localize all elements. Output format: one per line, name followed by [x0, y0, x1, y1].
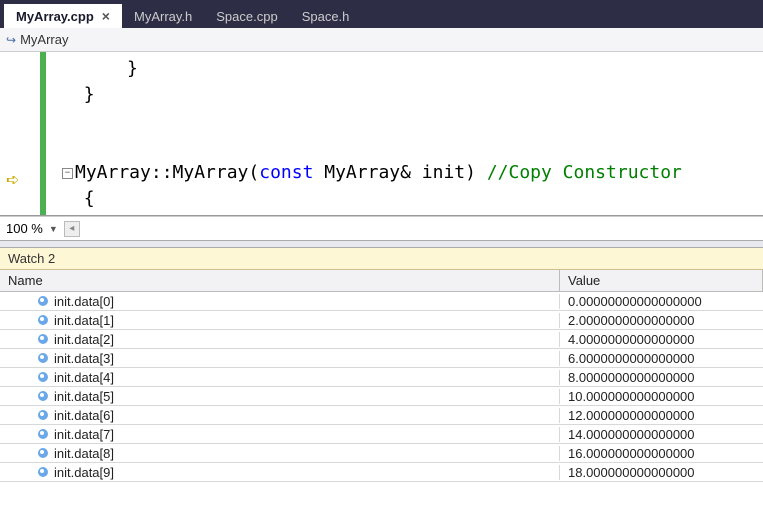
watch-row[interactable]: init.data[7] 14.000000000000000	[0, 425, 763, 444]
watch-var-name: init.data[9]	[54, 465, 114, 480]
watch-body: init.data[0]0.00000000000000000init.data…	[0, 292, 763, 516]
watch-header: Name Value	[0, 270, 763, 292]
chevron-down-icon[interactable]: ▼	[49, 224, 58, 234]
tab-space-h[interactable]: Space.h	[290, 4, 362, 28]
watch-row-name: init.data[0]	[0, 294, 560, 309]
scroll-left-button[interactable]: ◂	[64, 221, 80, 237]
tab-label: Space.cpp	[216, 9, 277, 24]
editor-footer: 100 % ▼ ◂	[0, 216, 763, 240]
watch-var-name: init.data[5]	[54, 389, 114, 404]
watch-row[interactable]: init.data[9] 18.000000000000000	[0, 463, 763, 482]
watch-col-value[interactable]: Value	[560, 270, 763, 291]
code-editor[interactable]: ➪ } } −MyArray::MyArray(const MyArray& i…	[0, 52, 763, 216]
variable-icon	[38, 467, 48, 477]
watch-var-name: init.data[2]	[54, 332, 114, 347]
tab-label: Space.h	[302, 9, 350, 24]
outline-bar	[46, 52, 60, 215]
watch-var-value: 10.000000000000000	[560, 389, 763, 404]
variable-icon	[38, 353, 48, 363]
variable-icon	[38, 429, 48, 439]
watch-var-value: 0.00000000000000000	[560, 294, 763, 309]
variable-icon	[38, 391, 48, 401]
watch-var-value: 8.0000000000000000	[560, 370, 763, 385]
execution-pointer-icon: ➪	[6, 170, 19, 190]
watch-row[interactable]: init.data[4] 8.0000000000000000	[0, 368, 763, 387]
code-brace: }	[127, 58, 138, 79]
watch-row-name: init.data[5]	[0, 389, 560, 404]
watch-row[interactable]: init.data[2] 4.0000000000000000	[0, 330, 763, 349]
watch-var-name: init.data[1]	[54, 313, 114, 328]
watch-row[interactable]: init.data[3] 6.0000000000000000	[0, 349, 763, 368]
breadcrumb[interactable]: ↪ MyArray	[0, 28, 763, 52]
watch-var-name: init.data[3]	[54, 351, 114, 366]
variable-icon	[38, 334, 48, 344]
watch-row-name: init.data[9]	[0, 465, 560, 480]
watch-row-name: init.data[1]	[0, 313, 560, 328]
watch-row[interactable]: init.data[6] 12.000000000000000	[0, 406, 763, 425]
code-comment: //Copy Constructor	[487, 162, 682, 183]
watch-var-value: 4.0000000000000000	[560, 332, 763, 347]
variable-icon	[38, 448, 48, 458]
watch-row-name: init.data[7]	[0, 427, 560, 442]
watch-var-name: init.data[6]	[54, 408, 114, 423]
watch-col-name[interactable]: Name	[0, 270, 560, 291]
watch-var-name: init.data[7]	[54, 427, 114, 442]
code-brace: {	[84, 188, 95, 209]
watch-var-value: 16.000000000000000	[560, 446, 763, 461]
watch-row[interactable]: init.data[5] 10.000000000000000	[0, 387, 763, 406]
tab-space-cpp[interactable]: Space.cpp	[204, 4, 289, 28]
watch-var-name: init.data[8]	[54, 446, 114, 461]
watch-row-name: init.data[2]	[0, 332, 560, 347]
variable-icon	[38, 315, 48, 325]
watch-row-name: init.data[3]	[0, 351, 560, 366]
watch-row[interactable]: init.data[8] 16.000000000000000	[0, 444, 763, 463]
file-tabbar: MyArray.cpp × MyArray.h Space.cpp Space.…	[0, 0, 763, 28]
watch-row[interactable]: init.data[1] 2.0000000000000000	[0, 311, 763, 330]
variable-icon	[38, 410, 48, 420]
zoom-level[interactable]: 100 %	[6, 221, 43, 236]
code-brace: }	[84, 84, 95, 105]
watch-row-name: init.data[6]	[0, 408, 560, 423]
tab-label: MyArray.cpp	[16, 9, 94, 24]
breadcrumb-current: MyArray	[20, 32, 68, 47]
code-keyword: const	[259, 162, 313, 183]
watch-panel: Watch 2 Name Value init.data[0] 0.0000000…	[0, 248, 763, 516]
watch-var-value: 14.000000000000000	[560, 427, 763, 442]
watch-var-value: 12.000000000000000	[560, 408, 763, 423]
code-content[interactable]: } } −MyArray::MyArray(const MyArray& ini…	[60, 52, 763, 215]
tab-myarray-cpp[interactable]: MyArray.cpp ×	[4, 4, 122, 28]
variable-icon	[38, 296, 48, 306]
code-text: MyArray::MyArray(	[75, 162, 259, 183]
watch-row-name: init.data[4]	[0, 370, 560, 385]
watch-panel-title[interactable]: Watch 2	[0, 248, 763, 270]
code-text: MyArray& init)	[313, 162, 486, 183]
watch-row-name: init.data[8]	[0, 446, 560, 461]
collapse-icon[interactable]: −	[62, 168, 73, 179]
tab-myarray-h[interactable]: MyArray.h	[122, 4, 204, 28]
watch-var-value: 6.0000000000000000	[560, 351, 763, 366]
watch-var-name: init.data[4]	[54, 370, 114, 385]
watch-row[interactable]: init.data[0] 0.00000000000000000	[0, 292, 763, 311]
panel-divider[interactable]	[0, 240, 763, 248]
watch-var-value: 2.0000000000000000	[560, 313, 763, 328]
arrow-right-icon: ↪	[6, 33, 16, 47]
variable-icon	[38, 372, 48, 382]
editor-gutter: ➪	[0, 52, 40, 215]
tab-label: MyArray.h	[134, 9, 192, 24]
close-icon[interactable]: ×	[102, 8, 110, 24]
watch-var-value: 18.000000000000000	[560, 465, 763, 480]
watch-var-name: init.data[0]	[54, 294, 114, 309]
